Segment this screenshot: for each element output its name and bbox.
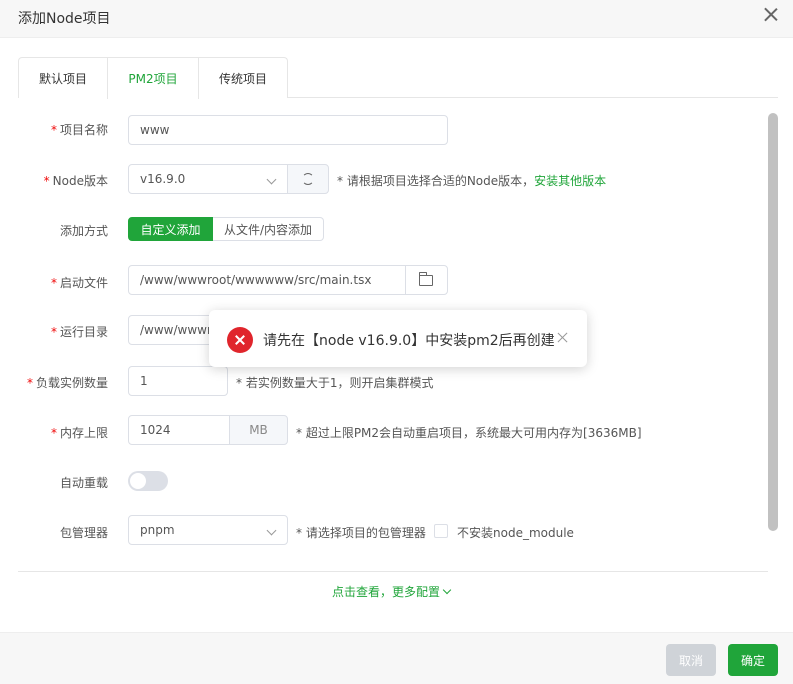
divider (18, 571, 768, 572)
project-name-label: * 项目名称 (50, 123, 108, 137)
tab-traditional-project[interactable]: 传统项目 (198, 57, 288, 98)
package-manager-label: 包管理器 (59, 526, 108, 540)
install-other-version-link[interactable]: 安装其他版本 (534, 174, 606, 188)
custom-add-button[interactable]: 自定义添加 (128, 217, 213, 241)
chevron-down-icon (266, 174, 277, 185)
project-name-input[interactable]: www (128, 115, 448, 145)
instances-hint: * 若实例数量大于1，则开启集群模式 (236, 376, 434, 390)
more-config-link[interactable]: 点击查看，更多配置 (332, 583, 452, 600)
add-method-label: 添加方式 (59, 224, 108, 238)
error-message: 请先在【node v16.9.0】中安装pm2后再创建 (263, 333, 555, 349)
dialog-header: 添加Node项目 (0, 0, 793, 38)
add-node-project-dialog: 添加Node项目 默认项目 PM2项目 传统项目 * 项目名称 www * Node… (0, 0, 793, 684)
close-icon[interactable] (763, 6, 779, 22)
project-type-tabs: 默认项目 PM2项目 传统项目 (18, 57, 778, 99)
tab-default-project[interactable]: 默认项目 (18, 57, 108, 98)
instances-label: * 负载实例数量 (26, 376, 108, 390)
dialog-footer: 取消 确定 (0, 632, 793, 684)
start-file-label: * 启动文件 (50, 276, 108, 290)
error-toast: 请先在【node v16.9.0】中安装pm2后再创建 (209, 310, 587, 367)
memory-limit-input[interactable]: 1024 (128, 415, 230, 445)
auto-reload-label: 自动重载 (59, 476, 108, 490)
node-version-hint: * 请根据项目选择合适的Node版本，安装其他版本 (337, 174, 607, 188)
chevron-down-icon (442, 585, 452, 595)
confirm-button[interactable]: 确定 (728, 644, 778, 676)
folder-icon (419, 272, 433, 286)
package-manager-hint: * 请选择项目的包管理器 (296, 526, 426, 540)
memory-unit: MB (229, 415, 288, 445)
file-content-add-button[interactable]: 从文件/内容添加 (213, 217, 324, 241)
node-version-label: * Node版本 (43, 174, 108, 188)
cancel-button[interactable]: 取消 (666, 644, 716, 676)
refresh-icon (302, 173, 314, 185)
skip-node-module-checkbox[interactable] (434, 524, 448, 538)
scrollbar-thumb[interactable] (768, 113, 778, 531)
start-file-input[interactable]: /www/wwwroot/wwwwww/src/main.tsx (128, 265, 407, 295)
package-manager-select[interactable]: pnpm (128, 515, 288, 545)
choose-start-file-button[interactable] (405, 265, 448, 295)
toggle-knob (130, 473, 146, 489)
refresh-version-button[interactable] (287, 164, 329, 194)
error-icon (227, 327, 253, 353)
memory-limit-label: * 内存上限 (50, 426, 108, 440)
node-version-select[interactable]: v16.9.0 (128, 164, 288, 194)
skip-node-module-label: 不安装node_module (457, 526, 574, 540)
instances-input[interactable]: 1 (128, 366, 228, 396)
auto-reload-toggle[interactable] (128, 471, 168, 491)
tab-pm2-project[interactable]: PM2项目 (107, 57, 199, 99)
form-scrollbar[interactable] (768, 113, 778, 613)
dialog-title: 添加Node项目 (18, 11, 111, 27)
run-directory-label: * 运行目录 (50, 325, 108, 339)
close-toast-icon[interactable] (557, 332, 569, 344)
chevron-down-icon (266, 525, 277, 536)
memory-limit-hint: * 超过上限PM2会自动重启项目，系统最大可用内存为[3636MB] (296, 426, 642, 440)
